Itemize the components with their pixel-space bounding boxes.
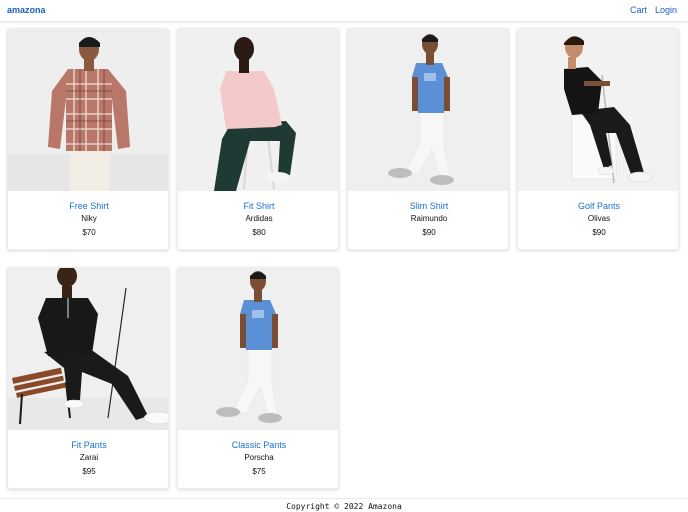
product-card: Golf Pants Olivas $90 <box>517 28 679 250</box>
product-name-link[interactable]: Classic Pants <box>178 440 338 450</box>
product-name-link[interactable]: Fit Pants <box>8 440 168 450</box>
product-card: Free Shirt Niky $70 <box>7 28 169 250</box>
product-name-link[interactable]: Slim Shirt <box>348 201 508 211</box>
cart-link[interactable]: Cart <box>630 5 647 15</box>
product-brand: Niky <box>81 214 97 223</box>
login-link[interactable]: Login <box>655 5 677 15</box>
product-brand: Porscha <box>244 453 274 462</box>
product-card: Slim Shirt Raimundo $90 <box>347 28 509 250</box>
product-image[interactable] <box>348 29 509 191</box>
product-card: Classic Pants Porscha $75 <box>177 267 339 489</box>
brand-logo-link[interactable]: amazona <box>7 5 46 15</box>
product-price: $70 <box>82 228 96 237</box>
product-image[interactable] <box>518 29 679 191</box>
product-name-link[interactable]: Fit Shirt <box>178 201 338 211</box>
product-price: $90 <box>592 228 606 237</box>
product-brand: Raimundo <box>410 214 448 223</box>
nav-links: Cart Login <box>630 5 677 15</box>
product-brand: Zarai <box>79 453 99 462</box>
copyright-text: Copyright © 2022 Amazona <box>286 502 402 511</box>
product-name-link[interactable]: Free Shirt <box>8 201 168 211</box>
product-image[interactable] <box>178 29 339 191</box>
page-footer: Copyright © 2022 Amazona <box>0 498 688 512</box>
product-brand: Ardidas <box>245 214 273 223</box>
top-navbar: amazona Cart Login <box>0 0 688 22</box>
product-price: $80 <box>252 228 266 237</box>
product-brand: Olivas <box>587 214 611 223</box>
product-card: Fit Shirt Ardidas $80 <box>177 28 339 250</box>
product-price: $90 <box>422 228 436 237</box>
product-image[interactable] <box>8 268 169 430</box>
product-price: $95 <box>82 467 96 476</box>
product-image[interactable] <box>8 29 169 191</box>
product-name-link[interactable]: Golf Pants <box>518 201 678 211</box>
product-image[interactable] <box>178 268 339 430</box>
product-card: Fit Pants Zarai $95 <box>7 267 169 489</box>
product-price: $75 <box>252 467 266 476</box>
